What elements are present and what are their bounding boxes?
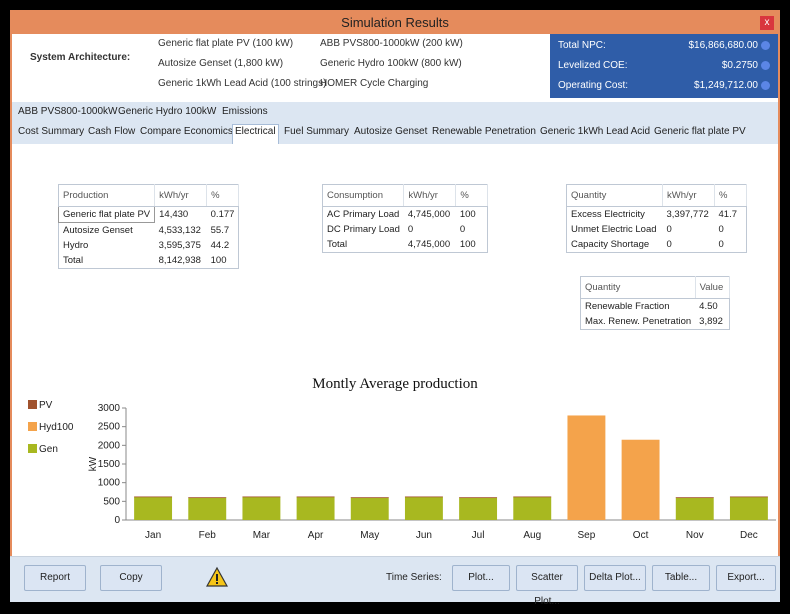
bar-gen-aug xyxy=(513,496,552,520)
x-tick-label: Jun xyxy=(416,530,432,541)
y-tick-label: 2000 xyxy=(98,440,121,451)
bar-gen-feb xyxy=(188,497,227,520)
bar-pv-mar xyxy=(242,496,281,498)
y-tick-label: 0 xyxy=(114,515,120,526)
x-tick-label: Oct xyxy=(633,530,649,541)
scatter-plot-button[interactable]: Scatter Plot... xyxy=(516,565,578,607)
bar-pv-apr xyxy=(296,496,335,498)
y-tick-label: 3000 xyxy=(98,403,121,414)
x-tick-label: Mar xyxy=(253,530,271,541)
x-tick-label: Feb xyxy=(199,530,217,541)
bar-gen-jun xyxy=(404,496,443,520)
warning-icon[interactable] xyxy=(206,566,228,588)
y-tick-label: 1000 xyxy=(98,478,121,489)
y-tick-label: 2500 xyxy=(98,422,121,433)
bar-gen-nov xyxy=(675,497,714,520)
bar-pv-jun xyxy=(404,496,443,498)
plot-button[interactable]: Plot... xyxy=(452,565,510,591)
footer-toolbar: Report Copy Time Series: Plot... Scatter… xyxy=(10,556,780,607)
bar-hyd100-sep xyxy=(567,415,606,520)
bar-pv-feb xyxy=(188,497,227,499)
bar-pv-may xyxy=(350,497,389,499)
bar-gen-may xyxy=(350,497,389,520)
export-button[interactable]: Export... xyxy=(716,565,776,591)
bar-gen-apr xyxy=(296,496,335,520)
monthly-production-chart: 0 500 1000 1500 2000 2500 3000 kW Jan Feb Mar Apr Ma… xyxy=(88,403,776,541)
x-tick-label: May xyxy=(360,530,379,541)
bar-pv-jul xyxy=(459,497,498,499)
delta-plot-button[interactable]: Delta Plot... xyxy=(584,565,646,591)
x-tick-label: Apr xyxy=(308,530,324,541)
report-button[interactable]: Report xyxy=(24,565,86,591)
y-axis-label: kW xyxy=(88,456,99,471)
copy-button[interactable]: Copy xyxy=(100,565,162,591)
y-tick-label: 1500 xyxy=(98,459,121,470)
bar-gen-jul xyxy=(459,497,498,520)
y-tick-label: 500 xyxy=(103,496,120,507)
x-tick-label: Dec xyxy=(740,530,758,541)
bar-gen-dec xyxy=(729,496,768,520)
x-tick-label: Aug xyxy=(523,530,541,541)
bar-gen-jan xyxy=(134,496,173,520)
x-tick-label: Jan xyxy=(145,530,161,541)
bar-pv-aug xyxy=(513,496,552,498)
bar-pv-jan xyxy=(134,496,173,498)
bar-pv-nov xyxy=(675,497,714,499)
bar-gen-mar xyxy=(242,496,281,520)
x-tick-label: Nov xyxy=(686,530,704,541)
x-tick-label: Sep xyxy=(578,530,596,541)
bar-pv-dec xyxy=(729,496,768,498)
bar-hyd100-oct xyxy=(621,439,660,520)
table-button[interactable]: Table... xyxy=(652,565,710,591)
time-series-label: Time Series: xyxy=(386,572,442,583)
x-tick-label: Jul xyxy=(472,530,485,541)
